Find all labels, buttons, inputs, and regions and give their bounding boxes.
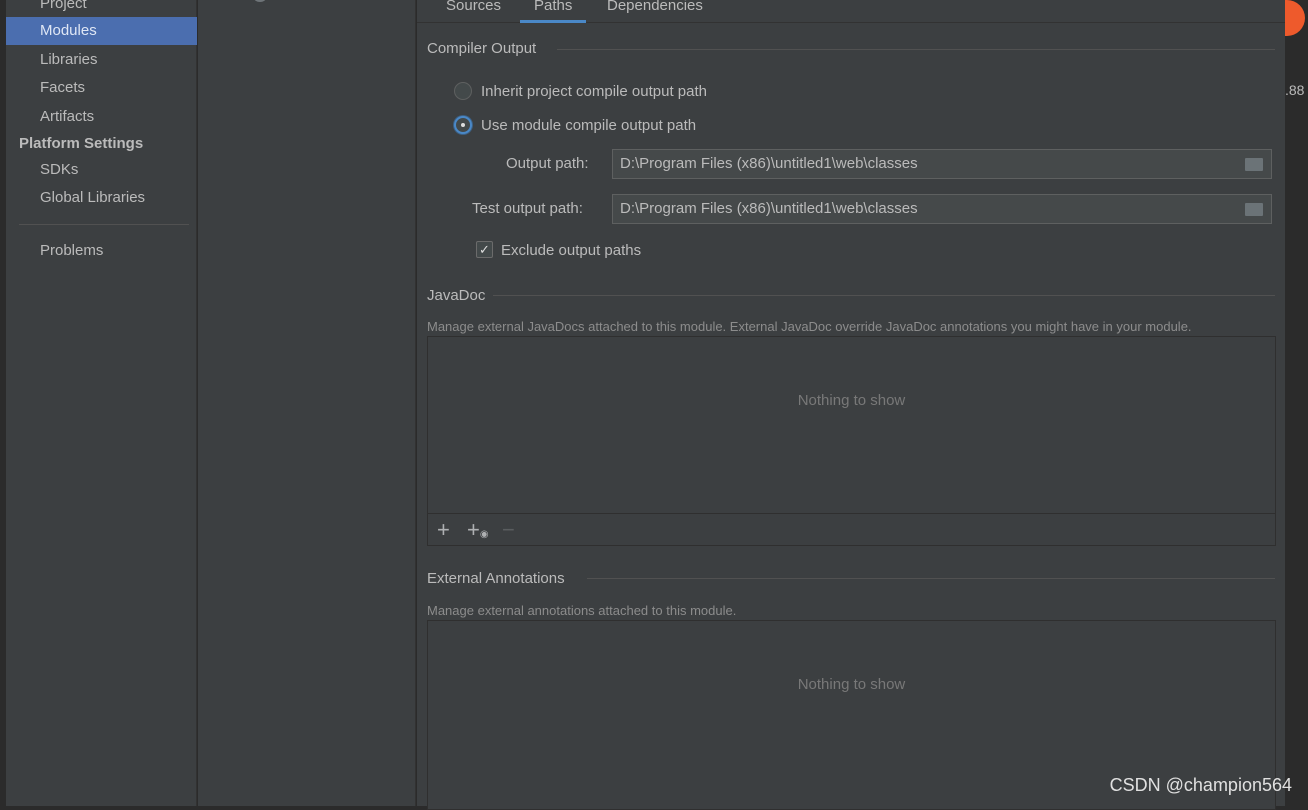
settings-sidebar: Project Modules Libraries Facets Artifac…	[6, 0, 197, 806]
use-module-output-label[interactable]: Use module compile output path	[481, 117, 696, 134]
platform-settings-heading: Platform Settings	[19, 135, 144, 152]
output-path-field[interactable]: D:\Program Files (x86)\untitled1\web\cla…	[612, 149, 1272, 179]
javadoc-empty-text: Nothing to show	[797, 392, 906, 409]
sidebar-item-sdks[interactable]: SDKs	[6, 156, 197, 184]
tab-paths[interactable]: Paths	[520, 0, 587, 23]
module-icon	[254, 0, 266, 2]
inherit-output-label[interactable]: Inherit project compile output path	[481, 83, 707, 100]
sidebar-item-facets[interactable]: Facets	[6, 74, 197, 102]
sidebar-item-libraries[interactable]: Libraries	[6, 46, 197, 74]
inherit-output-radio[interactable]	[454, 82, 472, 100]
sidebar-item-problems[interactable]: Problems	[6, 237, 197, 265]
output-path-value: D:\Program Files (x86)\untitled1\web\cla…	[620, 155, 918, 172]
external-annotations-heading: External Annotations	[427, 570, 565, 587]
background-window-edge: .88	[1285, 0, 1308, 806]
test-output-path-field[interactable]: D:\Program Files (x86)\untitled1\web\cla…	[612, 194, 1272, 224]
remove-icon[interactable]: −	[502, 517, 515, 543]
use-module-output-radio[interactable]	[454, 116, 472, 134]
background-text-fragment: .88	[1285, 82, 1305, 98]
sidebar-divider	[19, 224, 189, 225]
javadoc-toolbar: + +◉ −	[428, 513, 1275, 545]
compiler-output-heading: Compiler Output	[427, 40, 537, 57]
module-tree-panel	[198, 0, 416, 806]
section-divider	[493, 295, 1275, 296]
section-divider	[557, 49, 1275, 50]
folder-browse-icon[interactable]	[1245, 203, 1263, 216]
tab-bar: Sources Paths Dependencies	[417, 0, 1285, 23]
section-divider	[587, 578, 1275, 579]
annotations-empty-text: Nothing to show	[797, 676, 906, 693]
tab-dependencies[interactable]: Dependencies	[593, 0, 717, 23]
folder-browse-icon[interactable]	[1245, 158, 1263, 171]
add-url-icon[interactable]: +◉	[467, 517, 489, 543]
exclude-output-label[interactable]: Exclude output paths	[501, 242, 641, 259]
sidebar-item-modules[interactable]: Modules	[6, 17, 197, 45]
test-output-path-label: Test output path:	[472, 200, 583, 217]
javadoc-list[interactable]: Nothing to show + +◉ −	[427, 336, 1276, 546]
test-output-path-value: D:\Program Files (x86)\untitled1\web\cla…	[620, 200, 918, 217]
background-logo	[1285, 0, 1305, 36]
javadoc-description: Manage external JavaDocs attached to thi…	[427, 319, 1192, 334]
watermark: CSDN @champion564	[1109, 775, 1292, 795]
javadoc-heading: JavaDoc	[427, 287, 486, 304]
exclude-output-checkbox[interactable]: ✓	[476, 241, 493, 258]
output-path-label: Output path:	[506, 155, 589, 172]
add-icon[interactable]: +	[437, 517, 450, 543]
sidebar-item-global-libraries[interactable]: Global Libraries	[6, 184, 197, 212]
sidebar-item-project[interactable]: Project	[6, 0, 197, 18]
tab-sources[interactable]: Sources	[432, 0, 515, 23]
sidebar-item-artifacts[interactable]: Artifacts	[6, 103, 197, 131]
annotations-description: Manage external annotations attached to …	[427, 603, 737, 618]
module-settings-panel: Sources Paths Dependencies Compiler Outp…	[417, 0, 1285, 810]
